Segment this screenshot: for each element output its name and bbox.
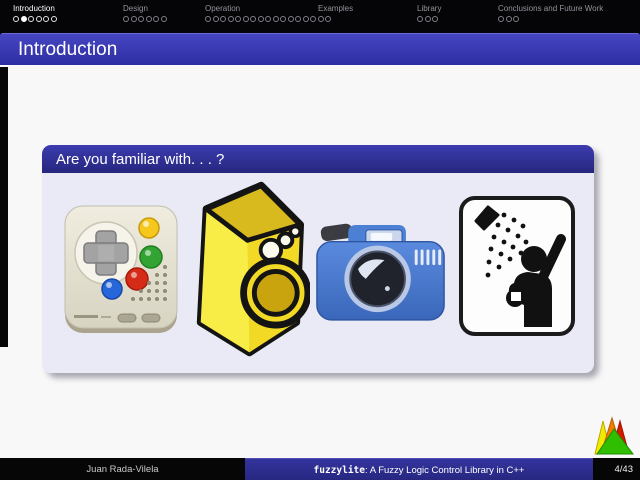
nav-section-library[interactable]: Library	[417, 4, 441, 22]
block-body	[42, 173, 594, 373]
nav-section-operation[interactable]: Operation	[205, 4, 333, 22]
presentation-slide: Introduction Design Operation Examples L…	[0, 0, 640, 480]
frame-title-bar: Introduction	[0, 33, 640, 66]
footer-brand: fuzzylite	[313, 464, 365, 476]
fuzzylite-logo	[592, 412, 636, 456]
footer-title-rest: : A Fuzzy Logic Control Library in C++	[365, 464, 525, 476]
nav-section-examples[interactable]: Examples	[318, 4, 353, 16]
nav-section-introduction[interactable]: Introduction	[13, 4, 58, 22]
footer-title: fuzzylite: A Fuzzy Logic Control Library…	[245, 458, 593, 480]
nav-frame-dots[interactable]	[498, 16, 603, 22]
shower-sign-icon	[458, 195, 576, 337]
nav-section-label[interactable]: Design	[123, 4, 168, 13]
nav-section-label[interactable]: Conclusions and Future Work	[498, 4, 603, 13]
footer-bar: Juan Rada-Vilela fuzzylite: A Fuzzy Logi…	[0, 458, 640, 480]
nav-section-design[interactable]: Design	[123, 4, 168, 22]
footer-author: Juan Rada-Vilela	[0, 458, 245, 480]
block-title: Are you familiar with. . . ?	[56, 150, 225, 168]
nav-frame-dots[interactable]	[123, 16, 168, 22]
camera-icon	[315, 220, 447, 323]
nav-section-label[interactable]: Operation	[205, 4, 333, 13]
block-header: Are you familiar with. . . ?	[42, 145, 594, 173]
game-controller-icon	[62, 203, 180, 336]
nav-frame-dots[interactable]	[417, 16, 441, 22]
nav-section-conclusions[interactable]: Conclusions and Future Work	[498, 4, 603, 22]
example-block: Are you familiar with. . . ?	[42, 145, 594, 373]
slide-body: Are you familiar with. . . ?	[0, 65, 640, 458]
nav-frame-dots[interactable]	[205, 16, 333, 22]
nav-section-label[interactable]: Library	[417, 4, 441, 13]
footer-page-number: 4/43	[593, 458, 640, 480]
nav-section-label[interactable]: Examples	[318, 4, 353, 13]
section-nav-bar: Introduction Design Operation Examples L…	[0, 0, 640, 33]
nav-section-label[interactable]: Introduction	[13, 4, 58, 13]
washing-machine-icon	[185, 176, 310, 366]
nav-frame-dots[interactable]	[13, 16, 58, 22]
video-edge-strip	[0, 67, 8, 347]
frame-title: Introduction	[18, 39, 118, 60]
